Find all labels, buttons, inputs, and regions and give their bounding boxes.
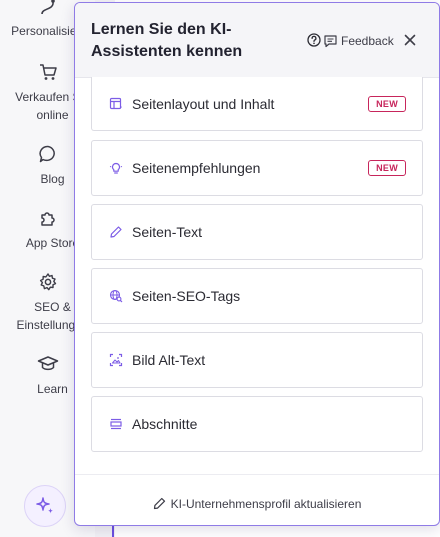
ai-assistant-button[interactable] <box>24 485 66 527</box>
feedback-button[interactable]: Feedback <box>323 31 394 51</box>
feature-label: Bild Alt-Text <box>132 352 206 368</box>
pencil-icon <box>110 226 122 238</box>
feature-label: Seitenempfehlungen <box>132 160 261 176</box>
update-company-profile-label: KI-Unternehmensprofil aktualisieren <box>170 496 362 511</box>
chat-bubble-icon <box>38 145 55 163</box>
sidebar-item-label: Learn <box>37 382 68 396</box>
graduation-cap-icon <box>37 356 58 371</box>
new-badge: NEW <box>368 160 406 176</box>
help-icon[interactable] <box>307 33 321 47</box>
feature-label: Abschnitte <box>132 416 198 432</box>
sparkles-icon <box>36 497 53 514</box>
close-icon[interactable] <box>404 34 416 46</box>
feature-card-image-alt-text[interactable]: Bild Alt-Text <box>91 332 423 388</box>
feature-card-page-recommendations[interactable]: Seitenempfehlungen NEW <box>91 140 423 196</box>
sidebar-item-label: Blog <box>40 172 65 186</box>
pencil-icon <box>153 497 165 510</box>
gear-icon <box>39 273 56 291</box>
puzzle-icon <box>40 212 55 226</box>
ai-assistant-panel: Lernen Sie den KI-Assistenten kennen Fee… <box>74 2 440 526</box>
sidebar-item-label: App Store <box>25 236 80 250</box>
panel-footer: KI-Unternehmensprofil aktualisieren <box>75 474 439 525</box>
feature-card-page-text[interactable]: Seiten-Text <box>91 204 423 260</box>
panel-title: Lernen Sie den KI-Assistenten kennen <box>91 21 243 60</box>
cart-icon <box>39 64 57 80</box>
feature-card-page-layout[interactable]: Seitenlayout und Inhalt NEW <box>91 77 423 131</box>
feature-label: Seiten-Text <box>132 224 203 240</box>
update-company-profile-link[interactable]: KI-Unternehmensprofil aktualisieren <box>153 496 362 511</box>
feature-label: Seitenlayout und Inhalt <box>132 95 275 112</box>
feedback-icon <box>324 35 337 48</box>
new-badge: NEW <box>368 95 406 112</box>
sections-icon <box>110 418 122 430</box>
route-icon <box>40 0 55 15</box>
lightbulb-icon <box>109 162 123 174</box>
feature-label: Seiten-SEO-Tags <box>132 288 241 304</box>
feedback-label: Feedback <box>341 34 394 48</box>
image-scan-icon <box>109 353 123 367</box>
feature-card-sections[interactable]: Abschnitte <box>91 396 423 452</box>
feature-card-seo-tags[interactable]: Seiten-SEO-Tags <box>91 268 423 324</box>
panel-header: Lernen Sie den KI-Assistenten kennen Fee… <box>75 3 439 78</box>
globe-search-icon <box>109 289 123 303</box>
layout-icon <box>109 97 122 109</box>
